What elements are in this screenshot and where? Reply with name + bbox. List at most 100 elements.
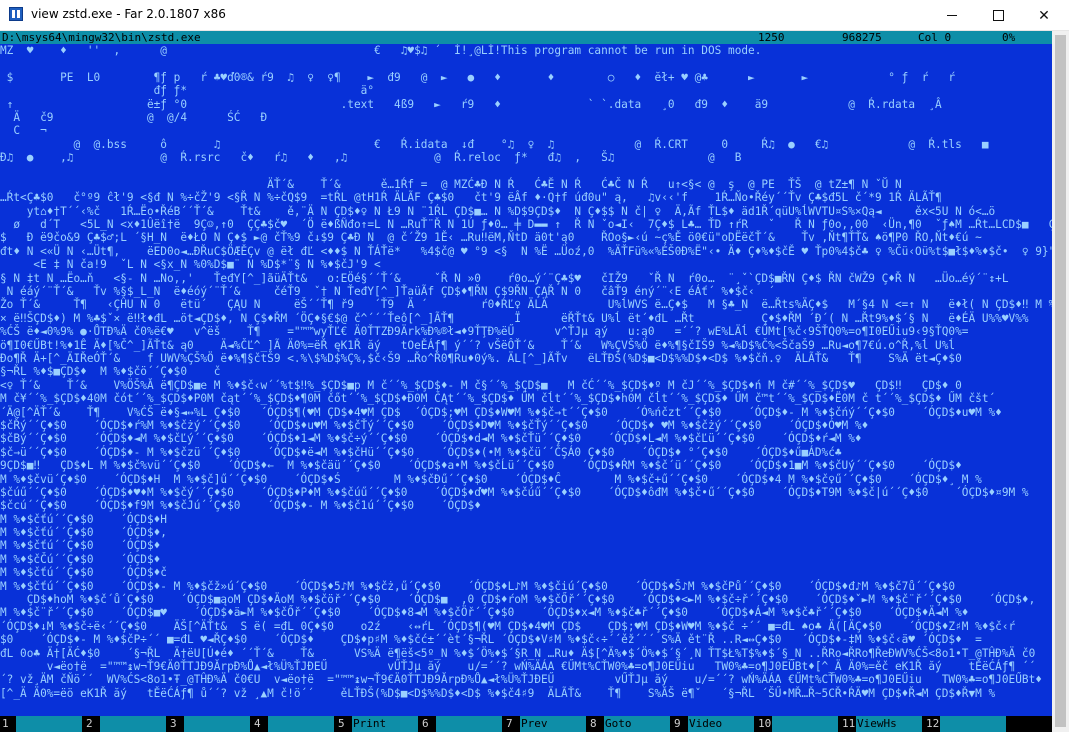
content-line: § N ‡t N …Ëo…ň <§- N …No,,' ŤeđY[^_]ãüÄŤ… bbox=[0, 271, 1009, 285]
content-line: N éáý´¨Ť´& Ťv %§$_L_N ë♦éóý´¨Ť´& čéŤ9 ˇ†… bbox=[0, 285, 775, 299]
content-line: …Ŕt<Ç♣$0 č°º9 ĉł'9 <§đ N %÷čŽ'9 <§Ř N %÷… bbox=[0, 191, 942, 205]
content-line: $čBý´´Ç♦$0 ´ÓÇD$♦◄M %♦$čĽý´´Ç♦$0 ´ÓÇD$♦1… bbox=[0, 432, 862, 446]
file-offset: 968275 bbox=[842, 31, 882, 44]
vertical-scrollbar[interactable] bbox=[1052, 31, 1069, 732]
fkey-number: 12 bbox=[926, 717, 940, 730]
content-line: §¬ŘL %♦$■ÇD$♦ M %♦$čö´´Ç♦$0 č bbox=[0, 365, 221, 379]
content-line: M %♦$čťú´´Ç♦$0 ´ÓÇD$♦č bbox=[0, 566, 167, 580]
fkey-number: 3 bbox=[170, 717, 177, 730]
far-manager-icon bbox=[9, 7, 23, 21]
content-line: M %♦$čvü´Ç♦$0 ´ÓÇD$♦H M %♦$č]ű´´Ç♦$0 ´ÓÇ… bbox=[0, 472, 982, 486]
fkey-3-button[interactable]: 3 bbox=[168, 716, 252, 732]
percent-indicator: 0% bbox=[1002, 31, 1016, 44]
fkey-number: 4 bbox=[254, 717, 261, 730]
fkey-11-button[interactable]: 11 ViewHs bbox=[840, 716, 924, 732]
content-line: <♀ Ť´& Ť´& V%ÖŠ%Ă ë¶ÇD$■e M %♦$č‹w´´%t$‼… bbox=[0, 378, 962, 392]
fkey-6-button[interactable]: 6 bbox=[420, 716, 504, 732]
content-line: Đo¶Ř Ä+[^_ÄIŘeÓŤ´& f UWV%ÇŠ%Ö ë♦%¶§čtŠ9 … bbox=[0, 351, 976, 365]
content-line: $č→ü´´Ç♦$0 ´ÓÇD$♦- M %♦$čzü´´Ç♦$0 ´ÓÇD$♦… bbox=[0, 445, 842, 459]
content-line: v◄ëo†ë ="™™↨w¬Ť9€Ä0ŤTJĐ9ĂrpĐ%Ů▲◄ł%Ü%ŤJĐE… bbox=[0, 659, 1036, 673]
content-line: ´ÓÇD$♦↓M %♦$č÷ë‹´´Ç♦$0 ÄŠ[^ÄŤt& S ë( =đL… bbox=[0, 619, 1016, 633]
content-line: C ¬ bbox=[0, 124, 47, 138]
content-line: ÄŤ´& Ť´& ě…1Ŕf = @ MZĆ♣Đ N Ŕ Ć♣Ĕ N Ŕ Ć♣Č… bbox=[0, 177, 902, 191]
content-line: ö¶I0€ŰBt!%♦1Ê Ä♦[%Č^_]ÃŤt& ą0 Ä◄%ČĽ^_]Ã … bbox=[0, 338, 956, 352]
fkey-10-button[interactable]: 10 bbox=[756, 716, 840, 732]
content-line: 9ÇD$■‼ ÇD$♦L M %♦$č%vü´´Ç♦$0 ´ÓÇD$♦← M %… bbox=[0, 459, 962, 473]
content-line: [^_Ä Ä0%=ëö eK1Ř ăý tĚëĆÁƒ¶ ů´´? vž ¸▲M … bbox=[0, 686, 996, 700]
fkey-7-button[interactable]: 7 Prev bbox=[504, 716, 588, 732]
fkey-label: Prev bbox=[520, 716, 586, 732]
fkey-number: 1 bbox=[2, 717, 9, 730]
content-line: × ë‼ŠÇD$♦) M %♣$ˇ× ë‼ł♦đL …öt◄ÇD$♦, N Ç$… bbox=[0, 311, 1029, 325]
fkey-label bbox=[436, 716, 502, 732]
file-size: 1250 bbox=[758, 31, 785, 44]
fkey-label bbox=[940, 716, 1006, 732]
content-line: ↑ ë±ƒ °0 .text 4ß9 ► ŕ9 ♦ ` `.data ¸0 đ9… bbox=[0, 97, 942, 111]
file-path: D:\msys64\mingw32\bin\zstd.exe bbox=[2, 31, 201, 44]
fkey-8-button[interactable]: 8 Goto bbox=[588, 716, 672, 732]
maximize-icon bbox=[992, 10, 1004, 21]
fkey-label bbox=[772, 716, 838, 732]
content-line: @ @.bss ô ♫ € Ŕ.idata ↓đ °♫ ♀ ♫ @ Ŕ.CRT … bbox=[0, 137, 989, 151]
file-content-view[interactable]: MZ ♥ ♦ '' , @ € ♫♥$♫ ´ Í!¸@LÍ!This progr… bbox=[0, 44, 1052, 716]
content-line: M %♦$čČú´´Ç♦$0 ´ÓÇD$♦ bbox=[0, 552, 161, 566]
fkey-label bbox=[268, 716, 334, 732]
fkey-9-button[interactable]: 9 Video bbox=[672, 716, 756, 732]
close-button[interactable]: ✕ bbox=[1021, 0, 1067, 31]
content-line: $ Đ ë9čo&9 Ç♣$♂;L ´§H_N ë♦ŁO N Ç♦$ ►@ čŤ… bbox=[0, 231, 982, 245]
content-line: đL 0o♣ Ä†[ÄĆ♦$0 ´§¬ŘL Ä†ëU[Ú♦é♦ ´´Ť´& Ť&… bbox=[0, 646, 1036, 660]
maximize-button[interactable] bbox=[975, 0, 1021, 31]
fkey-label bbox=[16, 716, 82, 732]
content-line: $čŘý´´Ç♦$0 ´ÓÇD$♦ŕ%M %♦$čżý´´Ç♦$0 ´ÓÇD$♦… bbox=[0, 418, 869, 432]
content-line: M %♦$č¨ř´´Ç♦$0 ´ÓÇD$■♥ ´ÓÇD$♦ä►M %♦$čŐř´… bbox=[0, 606, 969, 620]
fkey-label bbox=[100, 716, 166, 732]
fkey-number: 7 bbox=[506, 717, 513, 730]
fkey-label: Goto bbox=[604, 716, 670, 732]
fkey-number: 11 bbox=[842, 717, 856, 730]
content-line: %ĆŠ ë♦◄0%9% ●·ŮTĐ%Ä č0%ë€♥ v^ëš Ť¶ ="™™w… bbox=[0, 325, 969, 339]
content-line: ÇD$♦hoM %♦$č´ů´Ç♦$0 ´ÓÇD$■ąoM ÇD$♦ÄoM %♦… bbox=[0, 593, 1036, 607]
fkey-number: 9 bbox=[674, 717, 681, 730]
content-line: M %♦$čťú´´Ç♦$0 ´ÓÇD$♦H bbox=[0, 512, 167, 526]
content-line: đƒ ƒ* ä° bbox=[0, 84, 375, 98]
content-line: Đ♫ ● ,♫ @ Ŕ.rsrc č♦ ŕ♫ ♦ ,♫ @ Ŕ.reloc ƒ*… bbox=[0, 151, 742, 165]
content-line: ´? vž¸ÄM čŇö´´ WV%ĆS<8o1•Ŧ_@TĤĐ%Ä č0€U v… bbox=[0, 673, 1042, 687]
minimize-button[interactable] bbox=[929, 0, 975, 31]
fkey-number: 6 bbox=[422, 717, 429, 730]
content-line: $ PE L0 ¶ƒ p ŕ ♣♥ď0®& ŕ9 ♫ ♀ ♀¶ ► đ9 @ ►… bbox=[0, 70, 956, 84]
content-line: Žo Ť´& Ť¶ ‹ÇĤU N 0 ëtü´ ÇĄU N ëŠ´´Ť¶ ř9 … bbox=[0, 298, 1052, 312]
content-line: Ä č9 @ @/4 ŚĆ Ð bbox=[0, 110, 268, 124]
content-line: MZ ♥ ♦ '' , @ € ♫♥$♫ ´ Í!¸@LÍ!This progr… bbox=[0, 44, 762, 57]
minimize-icon bbox=[947, 15, 957, 16]
fkey-number: 5 bbox=[338, 717, 345, 730]
content-line bbox=[0, 57, 1052, 70]
content-line: <E ‡ N ča!9 ˇL N <§x_N %0%D$■¨ N %D$*¨§ … bbox=[0, 258, 381, 272]
fkey-label: Video bbox=[688, 716, 754, 732]
content-line: ´Ä@[^ÄŤ´& Ť¶ V%ĆŠ ë♦§◄↔%L Ç♦$0 ´ÓÇD$¶(♥M… bbox=[0, 405, 1002, 419]
fkey-1-button[interactable]: 1 bbox=[0, 716, 84, 732]
fkey-label: Print bbox=[352, 716, 418, 732]
fkey-12-button[interactable]: 12 bbox=[924, 716, 1008, 732]
content-line: $čúű´´Ç♦$0 ´ÓÇD$♦♥♦M %♦$čý´´Ç♦$0 ´ÓÇD$♦P… bbox=[0, 485, 1029, 499]
window-titlebar: view zstd.exe - Far 2.0.1807 x86 ✕ bbox=[0, 0, 1069, 31]
content-line: ø d´T <5L_N <x♦1Ûëî†ë 9Ç☺,↑0 ÇÇ♣$č♥ ´Ö ë… bbox=[0, 218, 1052, 232]
function-key-bar: 1 2 3 4 5 Print 6 7 Prev 8 Goto 9 Video 10 11 ViewHs 12 bbox=[0, 716, 1052, 732]
viewer-console[interactable]: D:\msys64\mingw32\bin\zstd.exe 1250 9682… bbox=[0, 31, 1052, 732]
fkey-4-button[interactable]: 4 bbox=[252, 716, 336, 732]
content-line: M č¥´´%_$ÇD$♦40M čót´´%_$ÇD$♦P0M čąt´´%_… bbox=[0, 392, 996, 406]
content-line: $0 ´ÓÇD$♦- M %♦$čP÷´´ ■=đL ♥◄ŘÇ♦$0 ´ÓÇD$… bbox=[0, 633, 982, 647]
scrollbar-thumb[interactable] bbox=[1055, 35, 1066, 727]
content-line: M %♦$čťú´´Ç♦$0 ´ÓÇD$♦ bbox=[0, 539, 161, 553]
fkey-2-button[interactable]: 2 bbox=[84, 716, 168, 732]
fkey-number: 2 bbox=[86, 717, 93, 730]
content-line: M %♦$čťú´´Ç♦$0 ´ÓÇD$♦, bbox=[0, 526, 167, 540]
fkey-number: 8 bbox=[590, 717, 597, 730]
fkey-number: 10 bbox=[758, 717, 772, 730]
fkey-label: ViewHs bbox=[856, 716, 922, 732]
window-title: view zstd.exe - Far 2.0.1807 x86 bbox=[31, 7, 226, 21]
content-line bbox=[0, 165, 1052, 178]
fkey-label bbox=[184, 716, 250, 732]
content-line: đt♦ N <«Ü N ‹…Üt¶, ëED0o◄…ĐŘuC$ÖÆĚÇv @ ë… bbox=[0, 244, 1052, 258]
fkey-5-button[interactable]: 5 Print bbox=[336, 716, 420, 732]
close-icon: ✕ bbox=[1038, 7, 1050, 24]
